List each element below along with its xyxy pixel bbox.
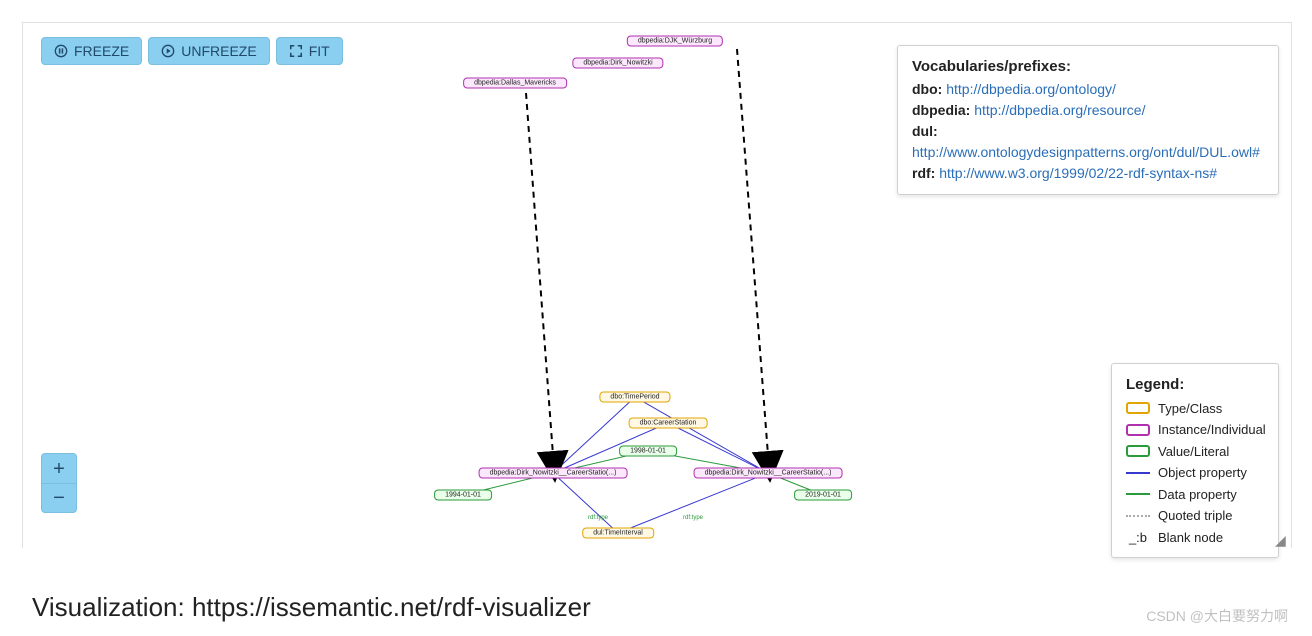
graph-node-date_left[interactable]: 1994-01-01 xyxy=(434,490,492,501)
graph-node-top_right[interactable]: dbpedia:DJK_Würzburg xyxy=(627,36,723,47)
graph-node-period[interactable]: dbo:TimePeriod xyxy=(599,392,670,403)
legend-panel: Legend: Type/Class Instance/Individual V… xyxy=(1111,363,1279,558)
graph-node-top_left[interactable]: dbpedia:Dallas_Mavericks xyxy=(463,78,567,89)
prefix-row: dbpedia: http://dbpedia.org/resource/ xyxy=(912,100,1264,121)
legend-label: Value/Literal xyxy=(1158,442,1229,462)
prefixes-title: Vocabularies/prefixes: xyxy=(912,56,1264,79)
graph-node-date_mid[interactable]: 1998-01-01 xyxy=(619,446,677,457)
legend-title: Legend: xyxy=(1126,374,1264,397)
prefix-row: dbo: http://dbpedia.org/ontology/ xyxy=(912,79,1264,100)
legend-line-quoted-icon xyxy=(1126,515,1150,517)
graph-node-station[interactable]: dbo:CareerStation xyxy=(629,418,708,429)
prefixes-panel: Vocabularies/prefixes: dbo: http://dbped… xyxy=(897,45,1279,195)
graph-node-top_mid[interactable]: dbpedia:Dirk_Nowitzki xyxy=(572,58,663,69)
watermark: CSDN @大白要努力啊 xyxy=(1146,606,1288,626)
legend-label: Quoted triple xyxy=(1158,506,1232,526)
graph-node-cs_left[interactable]: dbpedia:Dirk_Nowitzki__CareerStatio(...) xyxy=(479,468,628,479)
legend-line-object-icon xyxy=(1126,472,1150,474)
page-caption: Visualization: https://issemantic.net/rd… xyxy=(32,592,591,623)
legend-label: Object property xyxy=(1158,463,1247,483)
legend-label: Type/Class xyxy=(1158,399,1222,419)
legend-label: Blank node xyxy=(1158,528,1223,548)
legend-label: Instance/Individual xyxy=(1158,420,1266,440)
graph-node-cs_right[interactable]: dbpedia:Dirk_Nowitzki__CareerStatio(...) xyxy=(694,468,843,479)
prefix-row: dul: http://www.ontologydesignpatterns.o… xyxy=(912,121,1264,163)
graph-node-interval[interactable]: dul:TimeInterval xyxy=(582,528,654,539)
svg-text:rdf:type: rdf:type xyxy=(588,515,609,521)
legend-line-data-icon xyxy=(1126,493,1150,495)
prefix-key: rdf: xyxy=(912,165,939,181)
prefix-link[interactable]: http://dbpedia.org/ontology/ xyxy=(946,81,1116,97)
prefix-link[interactable]: http://www.ontologydesignpatterns.org/on… xyxy=(912,144,1260,160)
legend-swatch-type-icon xyxy=(1126,402,1150,414)
visualization-area[interactable]: FREEZE UNFREEZE FIT + − xyxy=(22,22,1292,548)
prefix-key: dul: xyxy=(912,123,938,139)
prefix-key: dbo: xyxy=(912,81,946,97)
graph-node-date_right[interactable]: 2019-01-01 xyxy=(794,490,852,501)
prefix-link[interactable]: http://www.w3.org/1999/02/22-rdf-syntax-… xyxy=(939,165,1217,181)
legend-label: Data property xyxy=(1158,485,1237,505)
legend-swatch-instance-icon xyxy=(1126,424,1150,436)
legend-blank-icon: _:b xyxy=(1126,528,1150,548)
resize-grip-icon[interactable]: ◢ xyxy=(1275,532,1289,546)
legend-swatch-value-icon xyxy=(1126,445,1150,457)
prefix-link[interactable]: http://dbpedia.org/resource/ xyxy=(974,102,1145,118)
prefix-key: dbpedia: xyxy=(912,102,974,118)
svg-text:rdf:type: rdf:type xyxy=(683,515,704,521)
prefix-row: rdf: http://www.w3.org/1999/02/22-rdf-sy… xyxy=(912,163,1264,184)
